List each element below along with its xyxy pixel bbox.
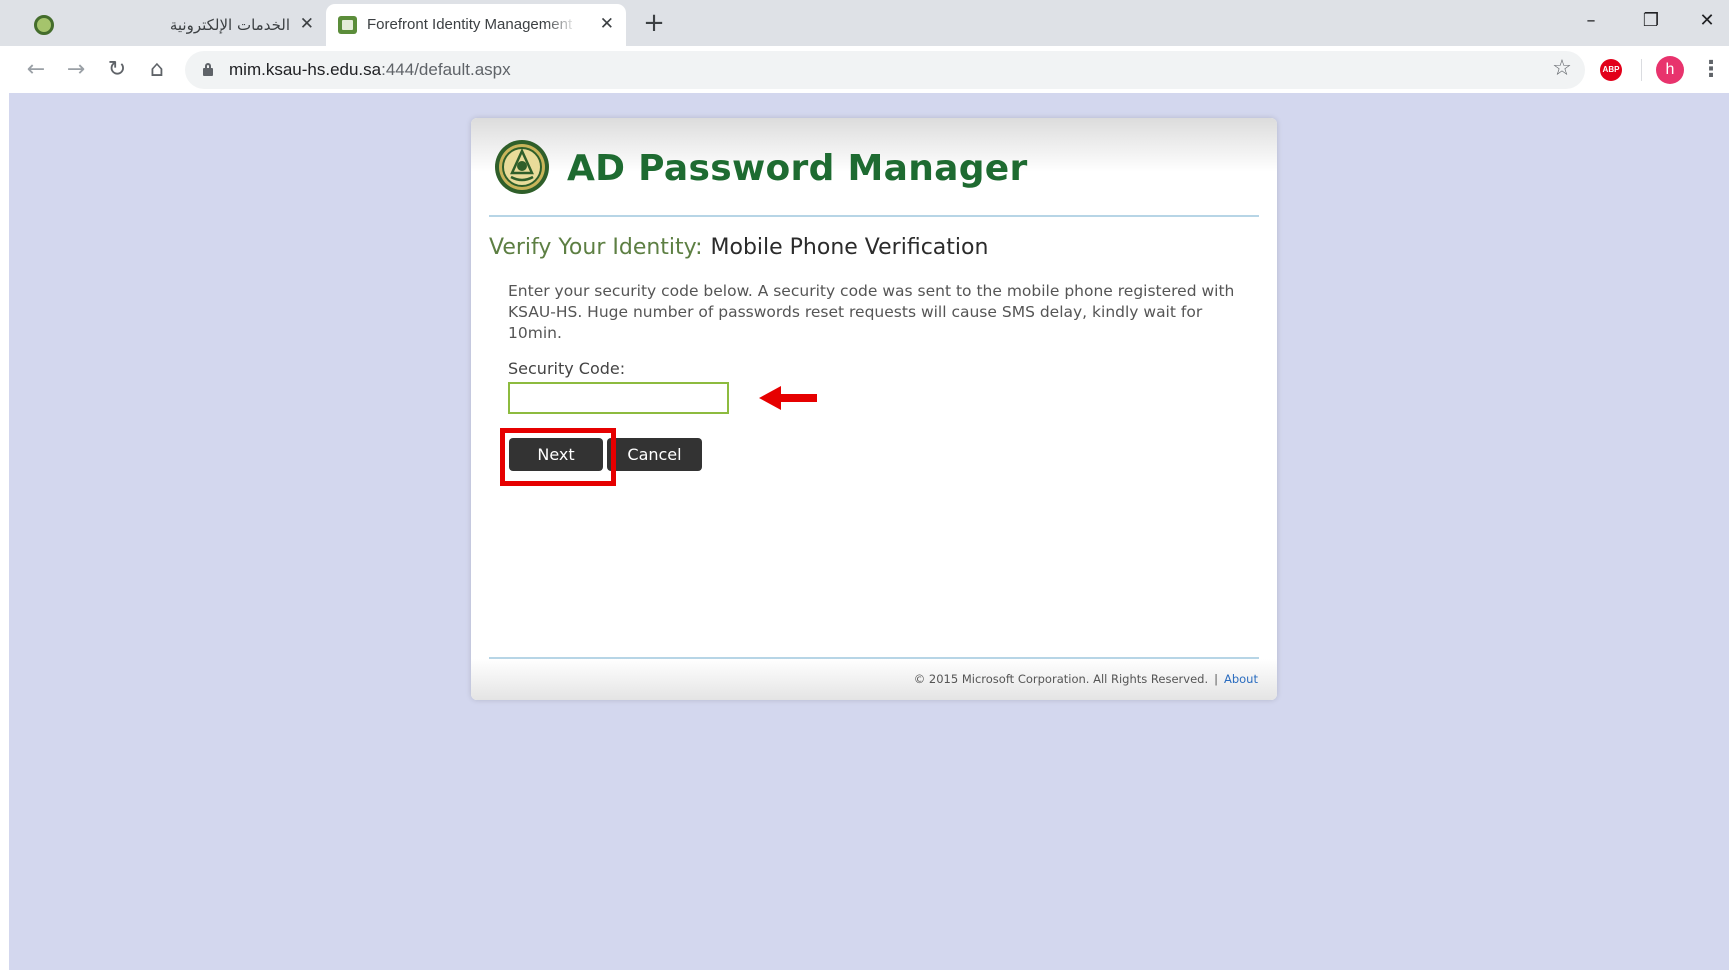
card-header: AD Password Manager <box>471 118 1277 216</box>
card-footer: © 2015 Microsoft Corporation. All Rights… <box>471 659 1277 700</box>
browser-menu-icon[interactable]: ⋮ <box>1700 56 1722 84</box>
bookmark-star-icon[interactable]: ☆ <box>1548 55 1576 83</box>
url-text: mim.ksau-hs.edu.sa:444/default.aspx <box>229 60 511 80</box>
tab-e-services[interactable]: الخدمات الإلكترونية ✕ <box>8 4 326 46</box>
tab-title: الخدمات الإلكترونية <box>169 16 290 34</box>
tab-close-icon[interactable]: ✕ <box>600 14 614 34</box>
home-icon[interactable]: ⌂ <box>143 56 171 84</box>
ksau-logo-icon <box>495 140 549 194</box>
tab-title: Forefront Identity Management <box>367 16 573 33</box>
security-code-input[interactable] <box>508 382 729 414</box>
reload-icon[interactable]: ↻ <box>103 56 131 84</box>
address-bar[interactable]: mim.ksau-hs.edu.sa:444/default.aspx <box>185 51 1585 89</box>
footer-separator: | <box>1214 672 1218 686</box>
page-viewport: AD Password Manager Verify Your Identity… <box>9 93 1729 970</box>
back-arrow-icon[interactable]: ← <box>22 56 50 84</box>
forward-arrow-icon[interactable]: → <box>62 56 90 84</box>
security-code-label: Security Code: <box>508 359 626 378</box>
tab-close-icon[interactable]: ✕ <box>300 14 314 34</box>
toolbar-divider <box>1641 59 1642 81</box>
profile-avatar[interactable]: h <box>1656 56 1684 84</box>
copyright-text: © 2015 Microsoft Corporation. All Rights… <box>913 672 1209 686</box>
new-tab-icon[interactable]: + <box>640 9 668 37</box>
next-button[interactable]: Next <box>509 438 603 471</box>
instructions-text: Enter your security code below. A securi… <box>508 282 1235 342</box>
tab-strip: الخدمات الإلكترونية ✕ Forefront Identity… <box>0 0 1729 46</box>
adblock-plus-icon[interactable]: ABP <box>1600 59 1622 81</box>
header-divider <box>489 215 1259 217</box>
browser-chrome: الخدمات الإلكترونية ✕ Forefront Identity… <box>0 0 1729 93</box>
lock-icon[interactable] <box>203 63 213 76</box>
page-heading: Verify Your Identity: Mobile Phone Verifi… <box>489 235 988 260</box>
ksau-favicon-icon <box>34 15 54 35</box>
cancel-button[interactable]: Cancel <box>607 438 702 471</box>
about-link[interactable]: About <box>1224 672 1258 686</box>
verify-identity-label: Verify Your Identity: <box>489 235 703 260</box>
restore-icon[interactable]: ❐ <box>1628 6 1674 36</box>
url-path: :444/default.aspx <box>381 60 511 79</box>
app-title: AD Password Manager <box>567 148 1028 189</box>
password-manager-card: AD Password Manager Verify Your Identity… <box>471 118 1277 700</box>
tab-forefront-identity[interactable]: Forefront Identity Management ✕ <box>326 4 626 46</box>
fim-favicon-icon <box>338 16 357 34</box>
verification-method: Mobile Phone Verification <box>710 235 989 260</box>
minimize-icon[interactable]: – <box>1568 6 1614 36</box>
browser-toolbar: ← → ↻ ⌂ mim.ksau-hs.edu.sa:444/default.a… <box>0 46 1729 93</box>
footer-text: © 2015 Microsoft Corporation. All Rights… <box>914 672 1258 686</box>
url-host: mim.ksau-hs.edu.sa <box>229 60 382 79</box>
window-close-icon[interactable]: ✕ <box>1684 6 1729 36</box>
annotation-arrow-icon <box>759 386 817 410</box>
